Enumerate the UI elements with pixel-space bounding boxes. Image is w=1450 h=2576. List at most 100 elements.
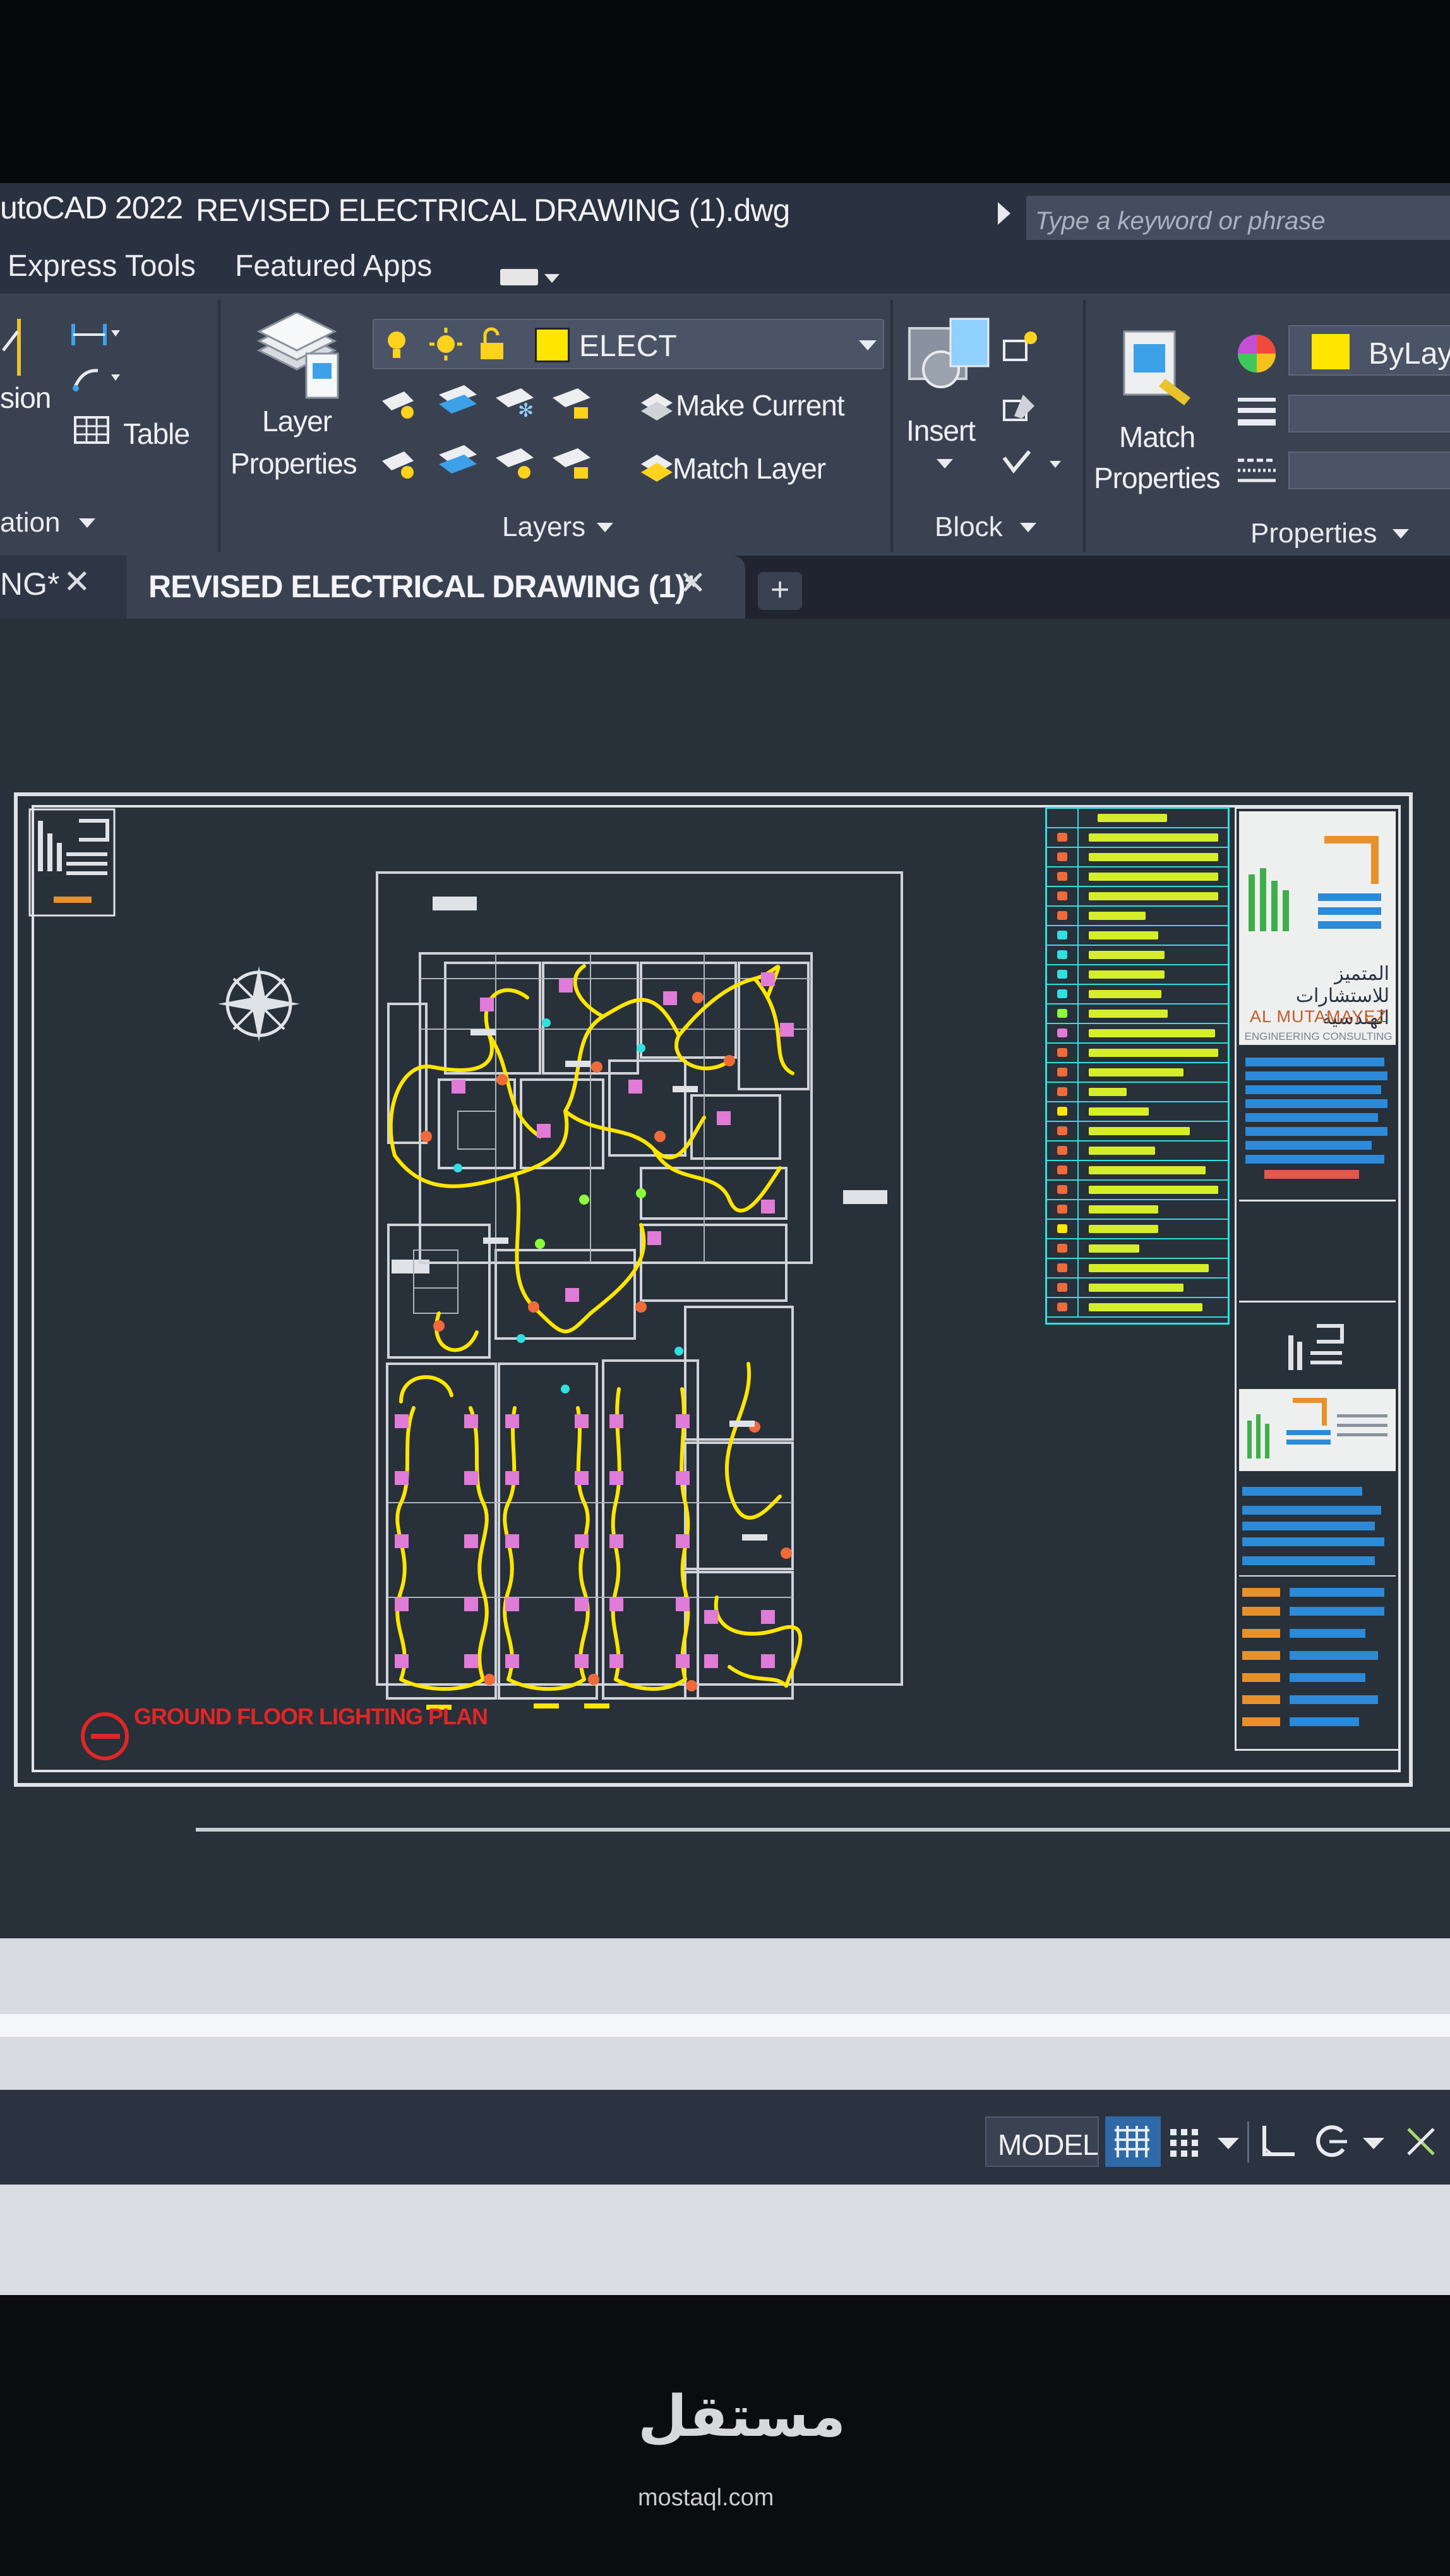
- chevron-down-icon: [859, 340, 877, 350]
- canvas-rule-line: [196, 1828, 1450, 1832]
- block-panel-title[interactable]: Block: [935, 511, 1003, 543]
- ribbon-separator: [890, 300, 893, 552]
- linetype-icon[interactable]: [1235, 451, 1279, 489]
- monitor-top-bezel: [0, 0, 1450, 183]
- document-title: REVISED ELECTRICAL DRAWING (1).dwg: [196, 193, 790, 228]
- close-icon[interactable]: ✕: [63, 563, 91, 601]
- layer-unisolate-icon: [439, 445, 477, 474]
- linear-dimension-icon[interactable]: [0, 313, 38, 382]
- chevron-down-icon[interactable]: [1213, 2123, 1250, 2161]
- small-logo-icon: [1288, 1324, 1344, 1370]
- match-properties-icon[interactable]: [1121, 328, 1203, 410]
- layer-freeze-icon: ✻: [496, 388, 534, 421]
- layer-tools-row1: ✻: [382, 385, 590, 421]
- status-bar: MODEL: [0, 2090, 1450, 2185]
- app-title: utoCAD 2022: [0, 190, 183, 225]
- company-logo-icon: [1249, 836, 1381, 931]
- color-wheel-icon[interactable]: [1235, 331, 1279, 376]
- tab-label: REVISED ELECTRICAL DRAWING (1)*: [148, 569, 697, 604]
- title-block-notes: [1239, 1051, 1396, 1184]
- make-current-icon[interactable]: [638, 387, 676, 425]
- layer-off-icon: [382, 391, 414, 419]
- layer-color-swatch: [535, 328, 570, 362]
- match-layer-label[interactable]: Match Layer: [673, 451, 826, 486]
- chevron-down-icon[interactable]: [1358, 2123, 1396, 2161]
- ortho-mode-icon[interactable]: [1257, 2123, 1295, 2161]
- menu-featured-apps[interactable]: Featured Apps: [235, 249, 432, 283]
- dimension-dropdown-icon[interactable]: [69, 319, 120, 350]
- drawing-label-badge-icon: [81, 1712, 129, 1760]
- insert-label[interactable]: Insert: [906, 414, 976, 448]
- watermark-url: mostaql.com: [638, 2484, 774, 2511]
- close-icon[interactable]: ✕: [679, 564, 707, 602]
- current-layer-name: ELECT: [579, 330, 677, 363]
- search-box[interactable]: [1026, 196, 1450, 246]
- isodraft-icon[interactable]: [1402, 2123, 1440, 2161]
- color-swatch: [1312, 334, 1350, 369]
- table-icon[interactable]: [73, 414, 111, 445]
- table-label[interactable]: Table: [123, 417, 190, 451]
- layers-panel: Layer Properties ELECT ✻ Make Current Ma…: [221, 294, 890, 559]
- layer-properties-label-line1[interactable]: Layer: [262, 404, 332, 438]
- create-block-icon[interactable]: [998, 328, 1042, 366]
- tab-previous-drawing[interactable]: NG* ✕: [0, 556, 126, 619]
- layer-properties-icon[interactable]: [253, 313, 341, 401]
- annotation-panel-title[interactable]: ation: [0, 507, 60, 539]
- status-separator: [1247, 2121, 1249, 2162]
- layer-dropdown[interactable]: ELECT: [373, 319, 884, 369]
- match-properties-label-line1[interactable]: Match: [1119, 420, 1195, 454]
- tab-label: NG*: [0, 566, 60, 602]
- linetype-dropdown[interactable]: [1288, 451, 1450, 489]
- layer-state-icons: [388, 327, 503, 361]
- svg-text:✻: ✻: [518, 400, 534, 421]
- chevron-down-icon[interactable]: [79, 518, 95, 528]
- make-current-label[interactable]: Make Current: [676, 388, 845, 422]
- model-label: MODEL: [998, 2128, 1099, 2161]
- command-line-area[interactable]: [0, 1938, 1450, 2090]
- company-name: AL MUTAMAYEZ: [1249, 1007, 1387, 1026]
- company-subtitle: ENGINEERING CONSULTING: [1244, 1030, 1393, 1042]
- ribbon-separator: [1083, 300, 1086, 552]
- chevron-down-icon[interactable]: [937, 459, 953, 468]
- color-dropdown[interactable]: ByLaye: [1288, 325, 1450, 376]
- ribbon-separator: [218, 300, 220, 552]
- ribbon: sion Table ation Layer Properties ELECT …: [0, 294, 1450, 562]
- insert-block-icon[interactable]: [903, 316, 998, 391]
- properties-panel-title[interactable]: Properties: [1250, 518, 1377, 549]
- block-attributes-icon[interactable]: [998, 445, 1067, 483]
- match-properties-label-line2[interactable]: Properties: [1094, 461, 1221, 495]
- chevron-down-icon[interactable]: [1020, 523, 1036, 532]
- layer-unlock-icon: [553, 448, 590, 479]
- lineweight-dropdown[interactable]: [1288, 395, 1450, 432]
- company-logo-small-icon: [1247, 1398, 1387, 1458]
- chevron-down-icon[interactable]: [1393, 529, 1409, 539]
- chevron-down-icon[interactable]: [597, 523, 613, 532]
- north-arrow-icon: [218, 966, 300, 1042]
- polar-tracking-icon[interactable]: [1310, 2123, 1348, 2161]
- block-panel: Insert Block: [894, 294, 1083, 559]
- layer-properties-label-line2[interactable]: Properties: [231, 446, 357, 480]
- chevron-down-icon: [544, 274, 560, 283]
- new-tab-button[interactable]: +: [758, 572, 802, 610]
- model-space-button[interactable]: MODEL: [985, 2116, 1099, 2167]
- snap-mode-icon[interactable]: [1165, 2123, 1203, 2161]
- match-layer-icon[interactable]: [638, 448, 676, 486]
- watermark-logo: مستقل: [638, 2385, 846, 2448]
- workspace-dropdown[interactable]: [500, 266, 560, 289]
- color-value: ByLaye: [1369, 337, 1450, 371]
- grid-toggle-button[interactable]: [1105, 2116, 1161, 2167]
- grid-icon: [1115, 2126, 1149, 2157]
- menu-express-tools[interactable]: Express Tools: [8, 249, 196, 283]
- edit-block-icon[interactable]: [998, 388, 1042, 426]
- leader-icon[interactable]: [69, 363, 120, 395]
- lineweight-icon[interactable]: [1235, 391, 1279, 429]
- layer-thaw-icon: [496, 448, 534, 479]
- search-input[interactable]: [1026, 196, 1450, 246]
- title-block-data-rows: [1239, 1474, 1396, 1752]
- title-block-logo-small: [1239, 1389, 1396, 1471]
- dimension-label[interactable]: sion: [0, 381, 51, 415]
- drawing-title-label: GROUND FLOOR LIGHTING PLAN: [134, 1703, 488, 1729]
- layers-panel-title[interactable]: Layers: [502, 511, 585, 543]
- tab-active-drawing[interactable]: REVISED ELECTRICAL DRAWING (1)* ✕: [126, 556, 745, 619]
- search-expand-icon[interactable]: [998, 202, 1010, 225]
